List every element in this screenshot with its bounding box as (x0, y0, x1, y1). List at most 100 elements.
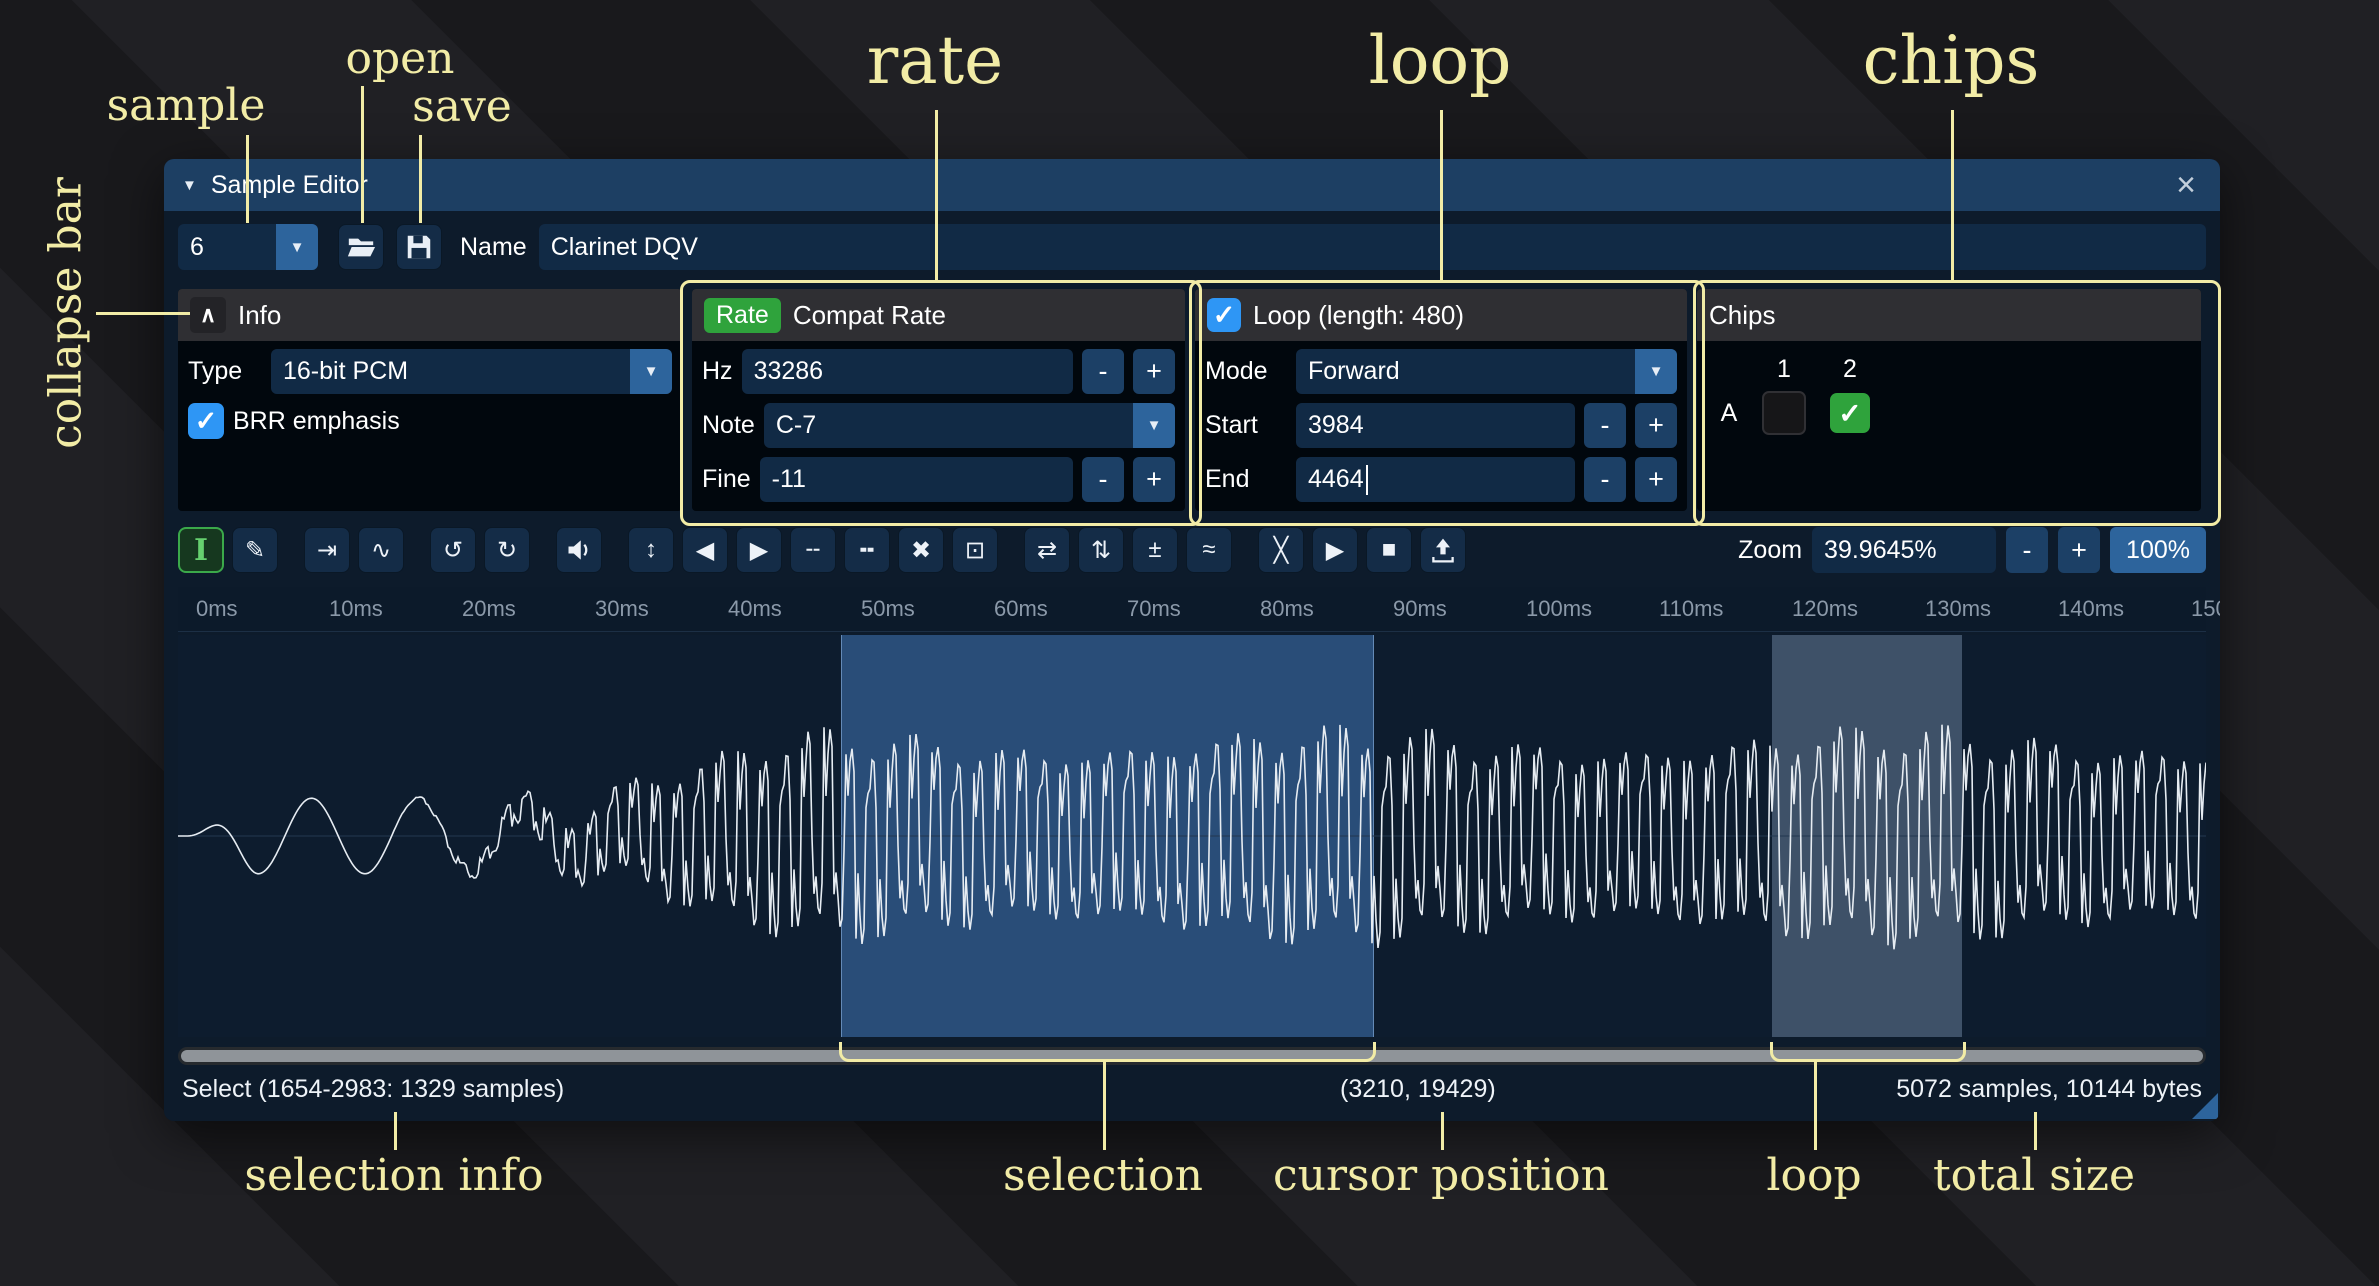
trim-button[interactable]: ⊡ (952, 527, 998, 573)
zoom-reset-button[interactable]: 100% (2110, 527, 2206, 573)
annotation-box-chips (1693, 280, 2221, 526)
annotation-rate: rate (867, 22, 1003, 99)
annotation-bracket-loop (1770, 1042, 1966, 1062)
chevron-down-icon: ▼ (276, 224, 318, 270)
tick-label: 40ms (728, 596, 782, 622)
tick-label: 90ms (1393, 596, 1447, 622)
fade-out-icon: ▶ (750, 536, 768, 565)
annotation-line-collapse-bar (96, 312, 190, 315)
zoom-label: Zoom (1738, 536, 1802, 565)
edit-cursor-icon: I (194, 533, 208, 568)
preview-button[interactable]: ▶ (1312, 527, 1358, 573)
tick-label: 10ms (329, 596, 383, 622)
tick-label: 110ms (1659, 596, 1723, 622)
sign-invert-button[interactable]: ± (1132, 527, 1178, 573)
resample-button[interactable]: ∿ (358, 527, 404, 573)
filter-button[interactable]: ≈ (1186, 527, 1232, 573)
open-sample-button[interactable] (338, 224, 384, 270)
resample-icon: ∿ (371, 536, 391, 565)
undo-button[interactable]: ↺ (430, 527, 476, 573)
fade-in-button[interactable]: ◀ (682, 527, 728, 573)
resize-icon: ⇥ (317, 536, 337, 565)
apply-silence-button[interactable]: ╍ (844, 527, 890, 573)
delete-button[interactable]: ✖ (898, 527, 944, 573)
tick-label: 150ms (2191, 596, 2220, 622)
invert-button[interactable]: ⇅ (1078, 527, 1124, 573)
save-sample-button[interactable] (396, 224, 442, 270)
check-icon: ✓ (195, 406, 218, 437)
resize-button[interactable]: ⇥ (304, 527, 350, 573)
stop-button[interactable]: ■ (1366, 527, 1412, 573)
type-label: Type (188, 357, 262, 386)
tick-label: 120ms (1792, 596, 1858, 622)
create-instrument-button[interactable] (1420, 527, 1466, 573)
annotation-line-save (419, 135, 422, 223)
stop-icon: ■ (1382, 536, 1397, 564)
window-collapse-icon[interactable]: ▼ (182, 177, 197, 194)
total-size-text: 5072 samples, 10144 bytes (1896, 1075, 2202, 1104)
draw-mode-button[interactable]: ✎ (232, 527, 278, 573)
redo-button[interactable]: ↻ (484, 527, 530, 573)
info-title: Info (238, 300, 281, 331)
annotation-save: save (412, 81, 512, 132)
normalize-button[interactable]: ↕ (628, 527, 674, 573)
resize-grip[interactable] (2192, 1093, 2218, 1119)
pencil-icon: ✎ (245, 536, 265, 565)
sample-name-input[interactable]: Clarinet DQV (539, 224, 2206, 270)
timeline-ruler[interactable]: 0ms 10ms 20ms 30ms 40ms 50ms 60ms 70ms 8… (178, 587, 2206, 632)
waveform-view[interactable] (178, 635, 2206, 1037)
annotation-collapse-bar: collapse bar (41, 177, 92, 449)
zoom-out-button[interactable]: - (2006, 527, 2048, 573)
reverse-button[interactable]: ⇄ (1024, 527, 1070, 573)
tick-label: 70ms (1127, 596, 1181, 622)
trim-icon: ⊡ (965, 536, 985, 565)
sample-type-dropdown[interactable]: 16-bit PCM ▼ (271, 349, 672, 394)
zoom-in-button[interactable]: + (2058, 527, 2100, 573)
tick-label: 0ms (196, 596, 238, 622)
normalize-icon: ↕ (645, 536, 657, 564)
tick-label: 80ms (1260, 596, 1314, 622)
undo-icon: ↺ (443, 536, 463, 565)
insert-silence-button[interactable]: ╌ (790, 527, 836, 573)
speaker-icon (565, 536, 593, 564)
sign-invert-icon: ± (1148, 536, 1161, 564)
close-icon[interactable]: × (2170, 167, 2202, 203)
fade-out-button[interactable]: ▶ (736, 527, 782, 573)
annotation-line-rate (935, 110, 938, 280)
info-panel: ∧ Info Type 16-bit PCM ▼ ✓ BRR emphasis (178, 289, 682, 511)
sample-selector[interactable]: 6 ▼ (178, 224, 318, 270)
chevron-up-icon: ∧ (200, 302, 216, 328)
tick-label: 60ms (994, 596, 1048, 622)
screenshot-stage: ▼ Sample Editor × 6 ▼ (0, 0, 2379, 1286)
annotation-bracket-selection (839, 1042, 1376, 1062)
annotation-line-cursor-position (1441, 1112, 1444, 1150)
apply-silence-icon: ╍ (860, 536, 874, 565)
tick-label: 140ms (2058, 596, 2124, 622)
play-icon: ▶ (1326, 536, 1344, 565)
tick-label: 20ms (462, 596, 516, 622)
collapse-bar-button[interactable]: ∧ (190, 297, 226, 333)
window-title: Sample Editor (211, 171, 368, 200)
window-titlebar[interactable]: ▼ Sample Editor × (164, 159, 2220, 211)
chevron-down-icon: ▼ (630, 349, 672, 394)
annotation-box-loop (1189, 280, 1705, 526)
amplify-button[interactable] (556, 527, 602, 573)
brr-emphasis-checkbox[interactable]: ✓ (188, 403, 224, 439)
upload-icon (1429, 536, 1457, 564)
annotation-line-total-size (2034, 1112, 2037, 1150)
annotation-line-sample (246, 135, 249, 223)
cursor-position-text: (3210, 19429) (1340, 1075, 1496, 1104)
sample-selector-value: 6 (178, 224, 276, 270)
name-label: Name (460, 233, 527, 262)
annotation-selection-info: selection info (244, 1150, 543, 1201)
folder-open-icon (346, 232, 376, 262)
zoom-input[interactable]: 39.9645% (1812, 527, 1996, 573)
fade-in-icon: ◀ (696, 536, 714, 565)
annotation-line-chips (1951, 110, 1954, 280)
sample-header-row: 6 ▼ Name Clarinet DQV (178, 223, 2206, 271)
brr-emphasis-label: BRR emphasis (233, 407, 400, 436)
crossfade-button[interactable]: ╳ (1258, 527, 1304, 573)
edit-mode-button[interactable]: I (178, 527, 224, 573)
annotation-sample: sample (107, 80, 266, 131)
annotation-line-selection-info (394, 1112, 397, 1150)
